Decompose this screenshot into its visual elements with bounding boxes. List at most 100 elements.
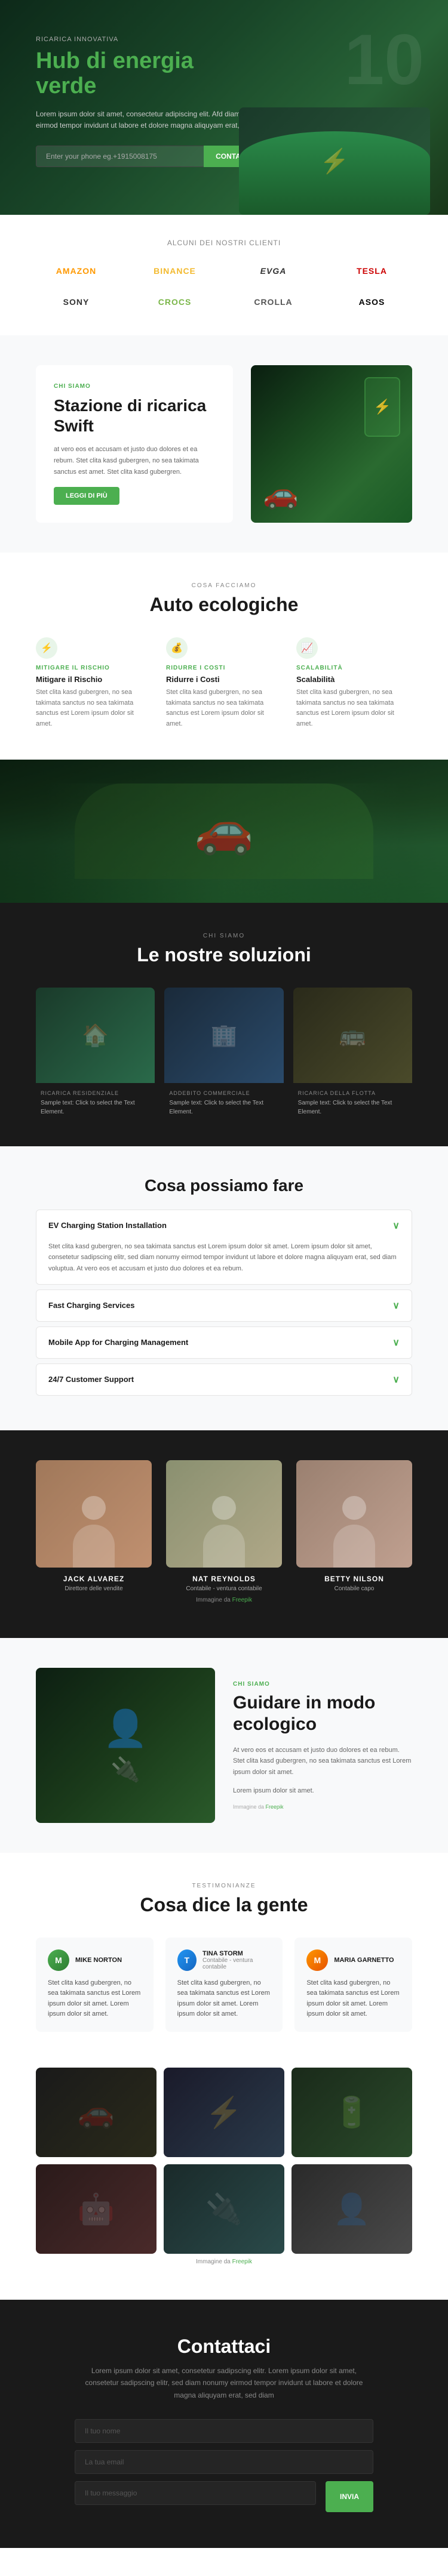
accordion-title-app: Mobile App for Charging Management (48, 1338, 188, 1347)
chi-siamo-description: at vero eos et accusam et justo duo dolo… (54, 444, 215, 477)
accordion-header-app[interactable]: Mobile App for Charging Management ∨ (36, 1327, 412, 1358)
test-av-circle-tina: T (177, 1949, 197, 1971)
solution-image-2: 🏢 (164, 988, 283, 1083)
team-avatar-betty (296, 1460, 412, 1568)
feature-title-cost: Ridurre i Costi (166, 675, 282, 684)
hero-car-image: ⚡ (239, 107, 430, 215)
test-av-circle-maria: M (306, 1949, 328, 1971)
client-logo-tesla: TESLA (352, 261, 392, 280)
solution-image-1: 🏠 (36, 988, 155, 1083)
accordion-arrow-app: ∨ (392, 1337, 400, 1349)
accordion-header-ev[interactable]: EV Charging Station Installation ∨ (36, 1210, 412, 1241)
gallery-item-1: 🚗 (36, 2068, 157, 2157)
accordion-item-support: 24/7 Customer Support ∨ (36, 1363, 412, 1396)
testimonials-grid: M MIKE NORTON Stet clita kasd gubergren,… (36, 1938, 412, 2032)
nostre-soluzioni-label: CHI SIAMO (36, 933, 412, 939)
guidare-title: Guidare in modo ecologico (233, 1692, 412, 1735)
guidare-freepik-link[interactable]: Freepik (266, 1804, 284, 1810)
team-freepik-link[interactable]: Freepik (232, 1597, 252, 1603)
feature-label-cost: RIDURRE I COSTI (166, 665, 282, 671)
solution-caption-2: Addebito commerciale Sample text: Click … (164, 1083, 283, 1116)
team-section: JACK ALVAREZ Direttore delle vendite NAT… (0, 1430, 448, 1638)
test-avatar-tina: T TINA STORM Contabile - ventura contabi… (177, 1949, 271, 1971)
team-role-nat: Contabile - ventura contabile (166, 1585, 282, 1592)
feature-desc-cost: Stet clita kasd gubergren, no sea takima… (166, 687, 282, 729)
test-text-maria: Stet clita kasd gubergren, no sea takima… (306, 1978, 400, 2020)
contact-description: Lorem ipsum dolor sit amet, consetetur s… (75, 2365, 373, 2401)
charging-station-icon: ⚡ (364, 377, 400, 437)
solution-caption-3: Ricarica della flotta Sample text: Click… (293, 1083, 412, 1116)
test-text-tina: Stet clita kasd gubergren, no sea takima… (177, 1978, 271, 2020)
testimonial-maria: M MARIA GARNETTO Stet clita kasd gubergr… (294, 1938, 412, 2032)
solutions-grid: 🏠 Ricarica residenziale Sample text: Cli… (36, 988, 412, 1116)
guidare-text: CHI SIAMO Guidare in modo ecologico At v… (233, 1681, 412, 1810)
gallery-item-6: 👤 (291, 2164, 412, 2254)
features-grid: ⚡ MITIGARE IL RISCHIO Mitigare il Rischi… (36, 637, 412, 729)
chi-siamo-text-card: CHI SIAMO Stazione di ricarica Swift at … (36, 365, 233, 523)
client-logo-eva: EVGA (256, 261, 291, 280)
nostre-soluzioni-title: Le nostre soluzioni (36, 944, 412, 966)
contact-message-input[interactable] (75, 2481, 316, 2505)
gallery-item-3: 🔋 (291, 2068, 412, 2157)
solution-desc-2: Sample text: Click to select the Text El… (169, 1099, 278, 1116)
contact-submit-button[interactable]: INVIA (326, 2481, 373, 2512)
feature-item-risk: ⚡ MITIGARE IL RISCHIO Mitigare il Rischi… (36, 637, 152, 729)
contact-email-input[interactable] (75, 2450, 373, 2474)
solution-name-3: Ricarica della flotta (298, 1090, 407, 1096)
chi-siamo-cta-button[interactable]: LEGGI DI PIÙ (54, 487, 119, 505)
accordion-header-fast[interactable]: Fast Charging Services ∨ (36, 1290, 412, 1321)
gallery-freepik-link[interactable]: Freepik (232, 2259, 252, 2265)
feature-item-scale: 📈 SCALABILITÀ Scalabilità Stet clita kas… (296, 637, 412, 729)
hero-section: RICARICA INNOVATIVA Hub di energia verde… (0, 0, 448, 215)
testimonianze-section: TESTIMONIANZE Cosa dice la gente M MIKE … (0, 1853, 448, 2062)
person-body-betty (333, 1525, 375, 1568)
test-avatar-mike: M MIKE NORTON (48, 1949, 142, 1971)
client-logo-crolla: CROLLA (249, 292, 297, 311)
gallery-grid: 🚗 ⚡ 🔋 🤖 🔌 👤 (36, 2068, 412, 2254)
chi-siamo-label: CHI SIAMO (54, 383, 215, 390)
team-image-credit: Immagine da Freepik (36, 1592, 412, 1608)
team-avatar-jack (36, 1460, 152, 1568)
accordion-title-ev: EV Charging Station Installation (48, 1221, 167, 1230)
test-company-tina: Contabile - ventura contabile (202, 1957, 271, 1970)
guidare-para2: Lorem ipsum dolor sit amet. (233, 1785, 412, 1797)
contact-form: INVIA (75, 2419, 373, 2512)
solution-residenziale: 🏠 Ricarica residenziale Sample text: Cli… (36, 988, 155, 1116)
team-avatar-nat (166, 1460, 282, 1568)
testimonial-mike: M MIKE NORTON Stet clita kasd gubergren,… (36, 1938, 154, 2032)
guidare-label: CHI SIAMO (233, 1681, 412, 1687)
test-text-mike: Stet clita kasd gubergren, no sea takima… (48, 1978, 142, 2020)
clients-section: Alcuni dei nostri clienti amazon BINANCE… (0, 215, 448, 335)
team-name-nat: NAT REYNOLDS (166, 1575, 282, 1583)
gallery-item-2: ⚡ (164, 2068, 284, 2157)
person-silhouette-jack (70, 1484, 118, 1568)
client-logo-binance: BINANCE (149, 261, 201, 280)
contact-title: Contattaci (36, 2336, 412, 2358)
cost-icon: 💰 (166, 637, 188, 659)
team-name-betty: BETTY NILSON (296, 1575, 412, 1583)
charging-plug-icon: 🔌 (111, 1756, 140, 1784)
car-silhouette: 🚗 (75, 783, 373, 879)
gallery-item-5: 🔌 (164, 2164, 284, 2254)
accordion-item-ev: EV Charging Station Installation ∨ Stet … (36, 1210, 412, 1285)
accordion-title-support: 24/7 Customer Support (48, 1375, 134, 1384)
guidare-para1: At vero eos et accusam et justo duo dolo… (233, 1745, 412, 1778)
testimonianze-label: TESTIMONIANZE (36, 1883, 412, 1889)
accordion-arrow-fast: ∨ (392, 1300, 400, 1312)
team-role-betty: Contabile capo (296, 1585, 412, 1592)
client-logo-sony: SONY (59, 292, 94, 311)
feature-label-risk: MITIGARE IL RISCHIO (36, 665, 152, 671)
hero-phone-input[interactable] (36, 146, 204, 167)
solution-name-2: Addebito commerciale (169, 1090, 278, 1096)
clients-grid: amazon BINANCE EVGA TESLA SONY crocs CRO… (36, 261, 412, 311)
contact-name-input[interactable] (75, 2419, 373, 2443)
car-large-icon: 🚗 (194, 801, 254, 857)
cosa-possiamo-title: Cosa possiamo fare (36, 1176, 412, 1195)
person-head (82, 1496, 106, 1520)
charging-bolt-icon: ⚡ (373, 398, 391, 415)
chi-siamo-section: CHI SIAMO Stazione di ricarica Swift at … (0, 335, 448, 553)
feature-label-scale: SCALABILITÀ (296, 665, 412, 671)
cosa-facciamo-title: Auto ecologiche (36, 594, 412, 616)
cosa-possiamo-section: Cosa possiamo fare EV Charging Station I… (0, 1146, 448, 1430)
accordion-header-support[interactable]: 24/7 Customer Support ∨ (36, 1364, 412, 1395)
